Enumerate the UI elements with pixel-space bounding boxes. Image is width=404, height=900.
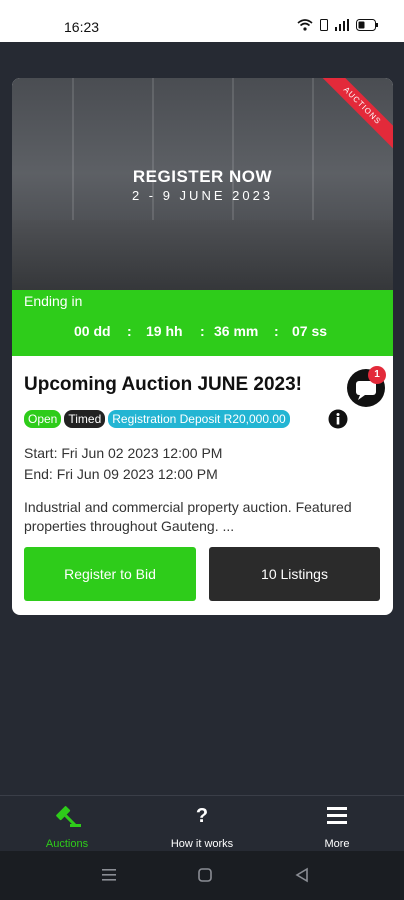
auction-description: Industrial and commercial property aucti… bbox=[24, 499, 352, 534]
signal-icon bbox=[335, 18, 349, 36]
nav-label-auctions: Auctions bbox=[45, 838, 89, 850]
auctions-ribbon: AUCTIONS bbox=[310, 78, 393, 158]
nav-item-how-it-works[interactable]: ? How it works bbox=[157, 796, 247, 852]
nav-label-more: More bbox=[324, 838, 350, 850]
end-date: End: Fri Jun 09 2023 12:00 PM bbox=[24, 466, 218, 482]
nav-label-how-it-works: How it works bbox=[170, 838, 234, 850]
status-bar: 16:23 bbox=[0, 0, 404, 42]
question-icon: ? bbox=[195, 805, 209, 827]
countdown-separator: : bbox=[200, 323, 205, 339]
status-badge-open: Open bbox=[24, 410, 62, 428]
status-time: 16:23 bbox=[64, 19, 100, 35]
banner-dates: 2 - 9 JUNE 2023 bbox=[131, 188, 274, 203]
sim-icon bbox=[320, 18, 328, 36]
countdown-minutes: 36 mm bbox=[214, 323, 259, 339]
bottom-nav: Auctions ? How it works More bbox=[0, 795, 404, 852]
menu-icon bbox=[292, 805, 382, 827]
countdown-hours: 19 hh bbox=[146, 323, 183, 339]
status-badge-timed: Timed bbox=[64, 410, 106, 428]
listings-button[interactable]: 10 Listings bbox=[209, 547, 380, 601]
back-icon[interactable] bbox=[294, 867, 310, 888]
register-to-bid-button[interactable]: Register to Bid bbox=[24, 547, 196, 601]
nav-item-auctions[interactable]: Auctions bbox=[22, 796, 112, 852]
countdown-label: Ending in bbox=[24, 293, 83, 309]
system-nav bbox=[0, 851, 404, 900]
auction-banner[interactable]: REGISTER NOW 2 - 9 JUNE 2023 AUCTIONS bbox=[12, 78, 393, 290]
badges: Open Timed Registration Deposit R20,000.… bbox=[24, 410, 290, 428]
auction-card[interactable]: REGISTER NOW 2 - 9 JUNE 2023 AUCTIONS En… bbox=[12, 78, 393, 615]
recents-icon[interactable] bbox=[101, 867, 117, 888]
gavel-icon bbox=[22, 805, 112, 827]
countdown-row: 00 dd : 19 hh : 36 mm : 07 ss bbox=[12, 323, 393, 345]
countdown-separator: : bbox=[274, 323, 279, 339]
wifi-icon bbox=[297, 18, 313, 36]
home-icon[interactable] bbox=[197, 867, 213, 888]
nav-item-more[interactable]: More bbox=[292, 796, 382, 852]
info-icon[interactable] bbox=[328, 409, 348, 429]
battery-icon bbox=[356, 18, 378, 36]
countdown-seconds: 07 ss bbox=[292, 323, 328, 339]
status-icons bbox=[297, 18, 378, 36]
banner-title: REGISTER NOW bbox=[132, 167, 273, 186]
auction-title: Upcoming Auction JUNE 2023! bbox=[24, 374, 303, 395]
countdown-separator: : bbox=[127, 323, 132, 339]
countdown-days: 00 dd bbox=[74, 323, 111, 339]
countdown: Ending in 00 dd : 19 hh : 36 mm : 07 ss bbox=[12, 290, 393, 356]
notification-badge: 1 bbox=[368, 366, 386, 384]
deposit-badge: Registration Deposit R20,000.00 bbox=[108, 410, 290, 428]
start-date: Start: Fri Jun 02 2023 12:00 PM bbox=[24, 445, 223, 461]
chat-icon[interactable]: 1 bbox=[346, 366, 386, 408]
